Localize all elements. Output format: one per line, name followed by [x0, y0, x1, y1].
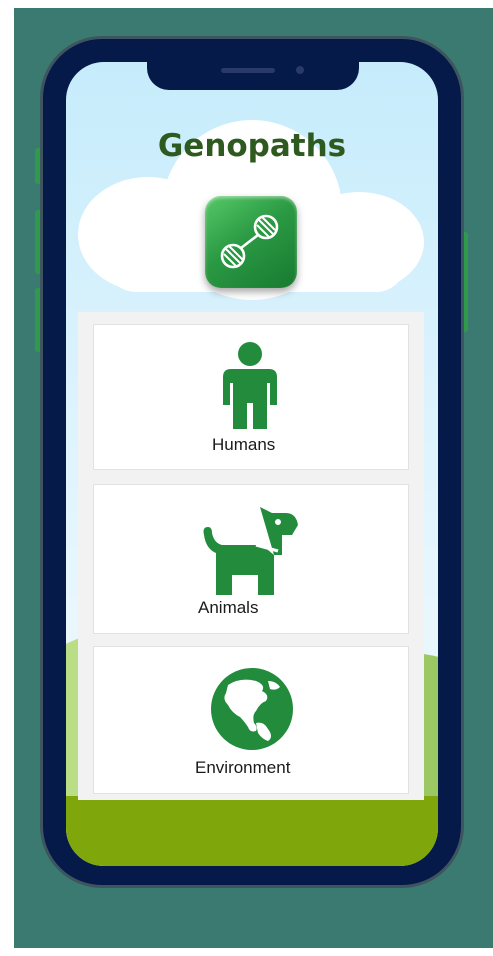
- dna-icon: [220, 214, 279, 269]
- app-title: Genopaths: [157, 128, 347, 164]
- globe-icon: [211, 668, 293, 750]
- category-label: Humans: [212, 435, 276, 454]
- app-logo: [205, 196, 297, 288]
- category-card-animals[interactable]: Animals: [93, 484, 409, 634]
- dog-icon: [203, 507, 298, 595]
- camera: [296, 66, 304, 74]
- category-card-environment[interactable]: Environment: [93, 646, 409, 794]
- category-label: Environment: [195, 758, 291, 777]
- ground: [66, 796, 438, 866]
- category-panel: Humans Animals Environment: [78, 312, 424, 800]
- speaker: [221, 68, 275, 73]
- app-screen: Genopaths Humans Animals Environment: [66, 62, 438, 866]
- phone-notch: [147, 56, 359, 90]
- category-card-humans[interactable]: Humans: [93, 324, 409, 470]
- category-label: Animals: [198, 598, 259, 617]
- person-icon: [223, 342, 277, 429]
